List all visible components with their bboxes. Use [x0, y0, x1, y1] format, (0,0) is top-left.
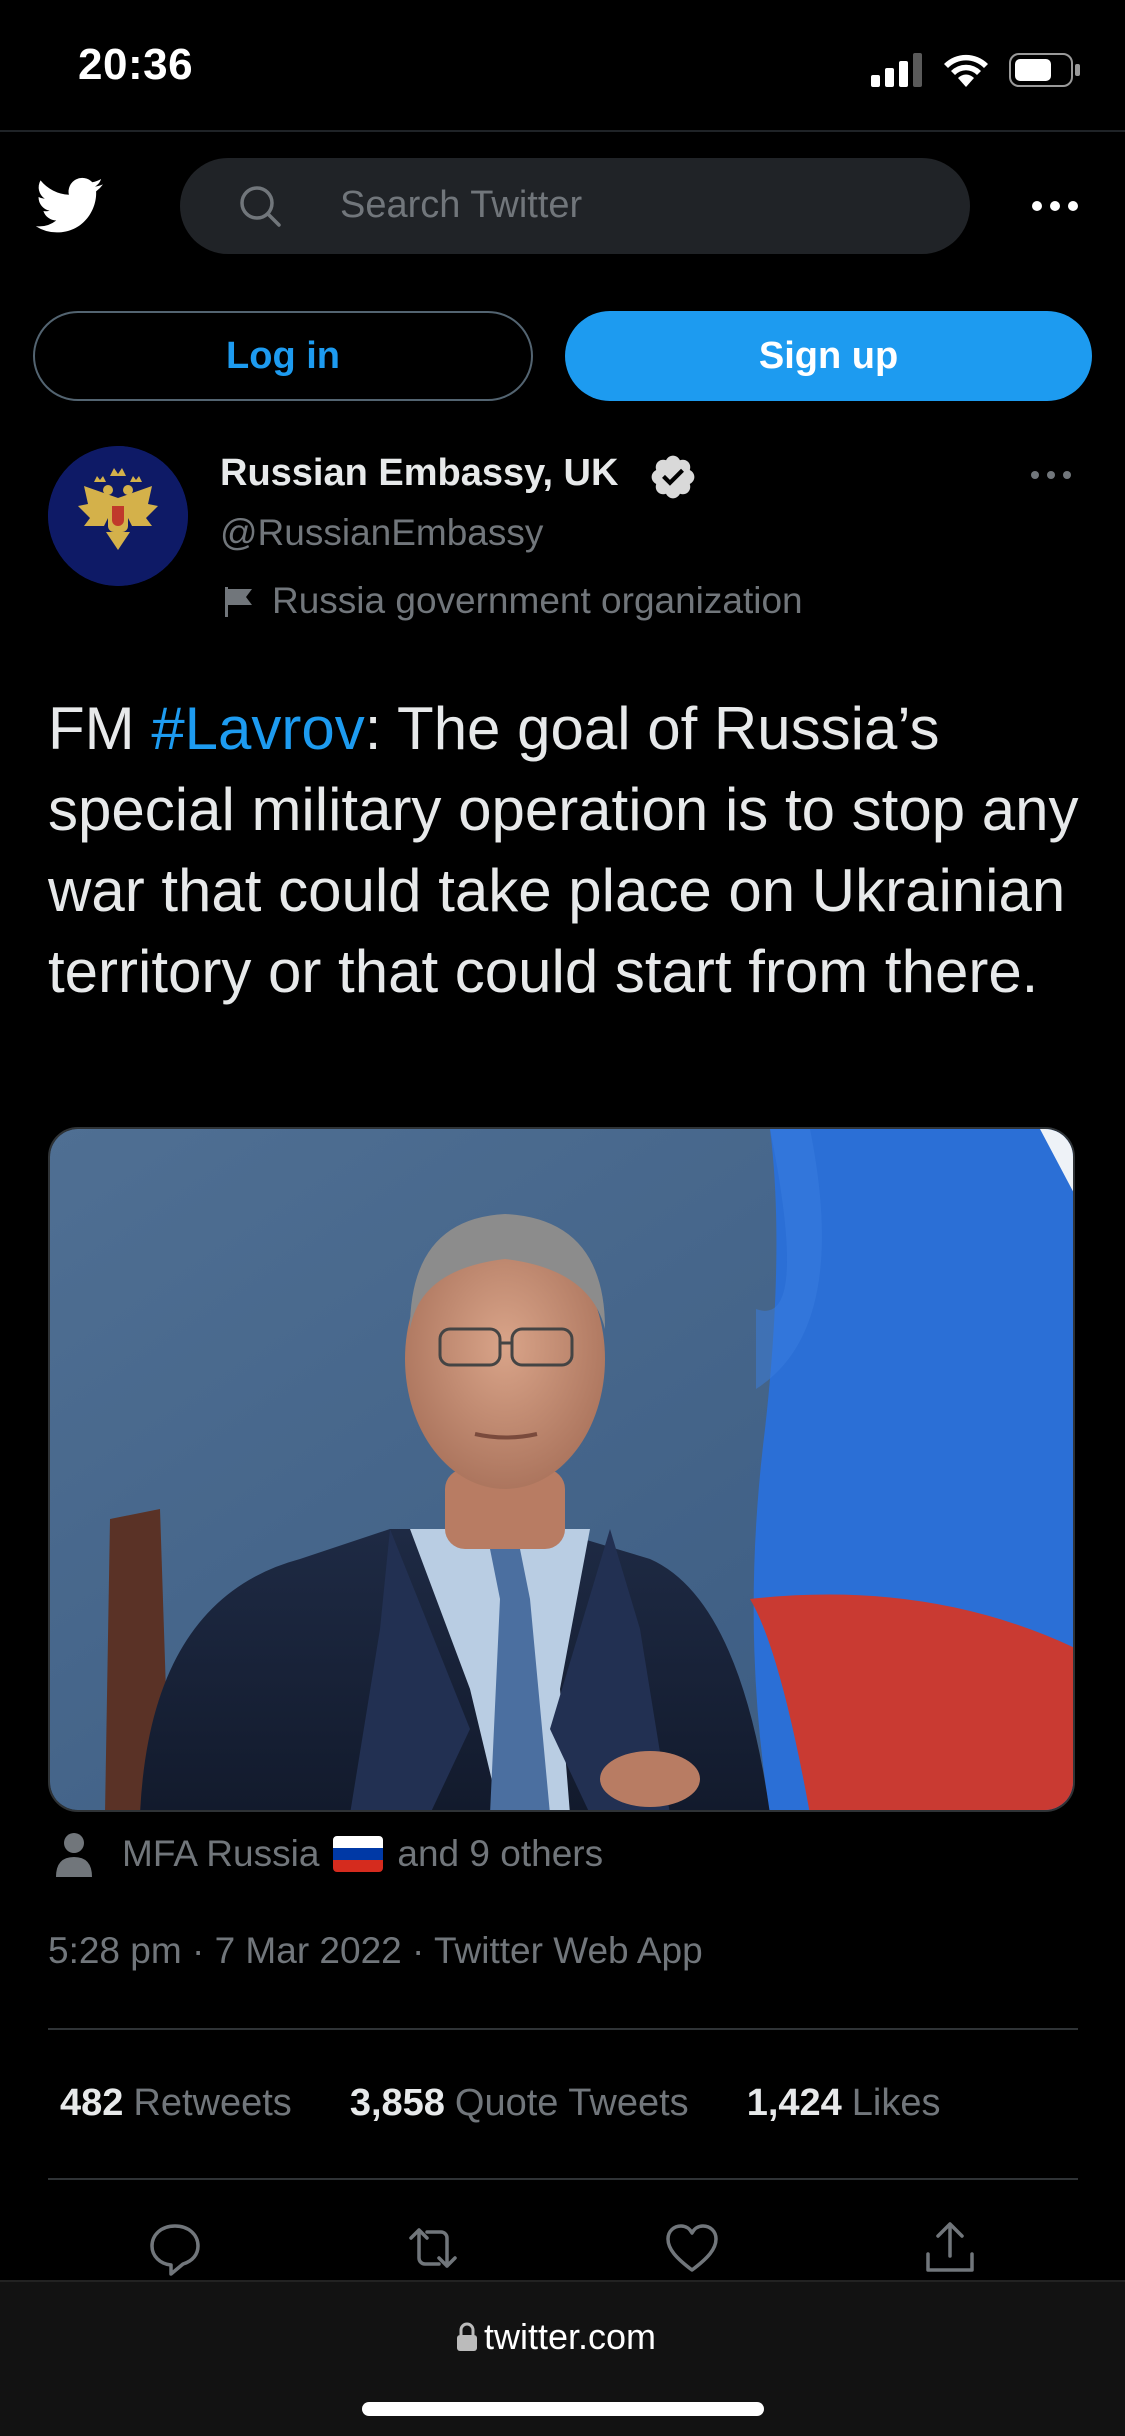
status-bar: 20:36 [0, 0, 1125, 132]
tweet-actions [0, 2218, 1125, 2282]
tweet-text: FM #Lavrov: The goal of Russia’s special… [48, 688, 1088, 1012]
tagged-users[interactable]: MFA Russia and 9 others [54, 1828, 603, 1880]
login-button[interactable]: Log in [33, 311, 533, 401]
tweet-more-icon[interactable] [1030, 466, 1072, 484]
divider [48, 2028, 1078, 2030]
lock-icon [457, 2322, 477, 2351]
reply-icon[interactable] [145, 2218, 205, 2278]
retweet-icon[interactable] [403, 2218, 463, 2278]
status-time: 20:36 [78, 40, 194, 89]
avatar[interactable] [48, 446, 188, 586]
twitter-bird-icon[interactable] [34, 170, 104, 240]
verified-badge-icon [651, 455, 695, 499]
russian-coat-of-arms-icon [48, 446, 188, 586]
retweets-count: 482 [60, 2082, 124, 2124]
page: 20:36 Search Twitter Log in Sign up Russ… [0, 0, 1125, 2436]
likes-stat[interactable]: 1,424 Likes [747, 2082, 941, 2125]
likes-count: 1,424 [746, 2082, 842, 2124]
retweets-label: Retweets [133, 2082, 292, 2124]
photo-illustration [50, 1129, 1073, 1810]
status-icons [871, 50, 1081, 90]
divider [48, 2178, 1078, 2180]
tagged-rest: and 9 others [397, 1833, 604, 1874]
tweet-text-prefix: FM [48, 695, 152, 762]
author-name[interactable]: Russian Embassy, UK [220, 452, 618, 495]
likes-label: Likes [851, 2082, 941, 2124]
person-icon [56, 1833, 92, 1877]
flag-icon [225, 587, 252, 617]
more-horizontal-icon[interactable] [1030, 196, 1080, 216]
browser-bar: twitter.com [0, 2280, 1125, 2436]
government-organization-label: Russia government organization [272, 580, 803, 621]
tweet-timestamp[interactable]: 5:28 pm · 7 Mar 2022 · Twitter Web App [48, 1930, 703, 1972]
browser-url[interactable]: twitter.com [484, 2316, 656, 2358]
quote-tweets-label: Quote Tweets [454, 2082, 689, 2124]
tagged-primary: MFA Russia [122, 1833, 320, 1874]
cellular-signal-icon [871, 53, 922, 87]
signup-button[interactable]: Sign up [565, 311, 1092, 401]
quote-tweets-stat[interactable]: 3,858 Quote Tweets [350, 2082, 689, 2125]
header-divider [0, 130, 1125, 132]
home-indicator[interactable] [362, 2402, 764, 2416]
wifi-icon [944, 54, 988, 87]
search-placeholder: Search Twitter [340, 184, 583, 226]
search-input[interactable]: Search Twitter [180, 158, 970, 254]
search-icon [240, 186, 281, 227]
heart-icon[interactable] [662, 2218, 722, 2278]
author-handle[interactable]: @RussianEmbassy [220, 512, 543, 554]
russia-flag-icon [333, 1836, 384, 1872]
share-icon[interactable] [920, 2218, 980, 2278]
tweet-photo[interactable] [48, 1127, 1075, 1812]
hashtag-link[interactable]: #Lavrov [151, 695, 364, 762]
tweet-stats: 482 Retweets 3,858 Quote Tweets 1,424 Likes [60, 2082, 999, 2125]
quote-tweets-count: 3,858 [349, 2082, 445, 2124]
battery-icon [1009, 53, 1080, 87]
retweets-stat[interactable]: 482 Retweets [60, 2082, 292, 2125]
